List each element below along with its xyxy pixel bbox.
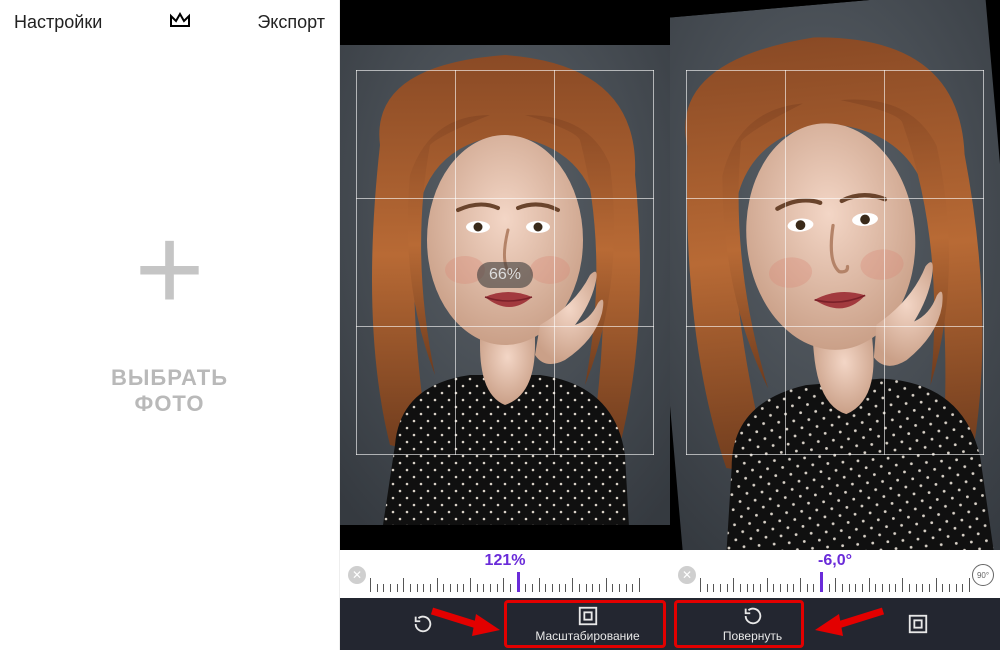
rotate-tool[interactable] (340, 598, 505, 650)
image-stage-rotate[interactable] (670, 0, 1000, 550)
zoom-badge: 66% (477, 262, 533, 288)
panel-scale: 66% ✕ 121% Масштабирование (340, 0, 670, 650)
scale-tool-label: Масштабирование (535, 629, 639, 643)
topbar: Настройки Экспорт (0, 0, 339, 45)
choose-photo-label: ВЫБРАТЬ ФОТО (85, 365, 255, 417)
controls-scale: ✕ 121% Масштабирование (340, 550, 670, 650)
rotate-tool[interactable]: Повернуть (670, 598, 835, 650)
scale-tool[interactable]: Масштабирование (505, 598, 670, 650)
choose-photo-button[interactable]: + ВЫБРАТЬ ФОТО (85, 233, 255, 417)
controls-rotate: ✕ -6,0° 90° Повернуть (670, 550, 1000, 650)
portrait-image (670, 0, 1000, 550)
rotate-tool-label: Повернуть (723, 629, 782, 643)
toolbar-rotate: Повернуть (670, 598, 1000, 650)
tick-ruler (370, 572, 640, 592)
scale-tool[interactable] (835, 598, 1000, 650)
scale-value: 121% (485, 552, 526, 570)
rotate-slider[interactable]: ✕ -6,0° 90° (670, 550, 1000, 598)
panel-choose-photo: Настройки Экспорт + ВЫБРАТЬ ФОТО (0, 0, 340, 650)
rotate-value: -6,0° (818, 552, 852, 570)
close-icon[interactable]: ✕ (348, 566, 366, 584)
close-icon[interactable]: ✕ (678, 566, 696, 584)
export-link[interactable]: Экспорт (257, 12, 325, 33)
rotate-90-button[interactable]: 90° (972, 564, 994, 586)
scale-slider[interactable]: ✕ 121% (340, 550, 670, 598)
image-stage-scale[interactable]: 66% (340, 0, 670, 550)
toolbar-scale: Масштабирование (340, 598, 670, 650)
crown-icon[interactable] (168, 10, 192, 35)
plus-icon: + (85, 233, 255, 305)
panel-rotate: ✕ -6,0° 90° Повернуть (670, 0, 1000, 650)
settings-link[interactable]: Настройки (14, 12, 102, 33)
tick-ruler (700, 572, 970, 592)
